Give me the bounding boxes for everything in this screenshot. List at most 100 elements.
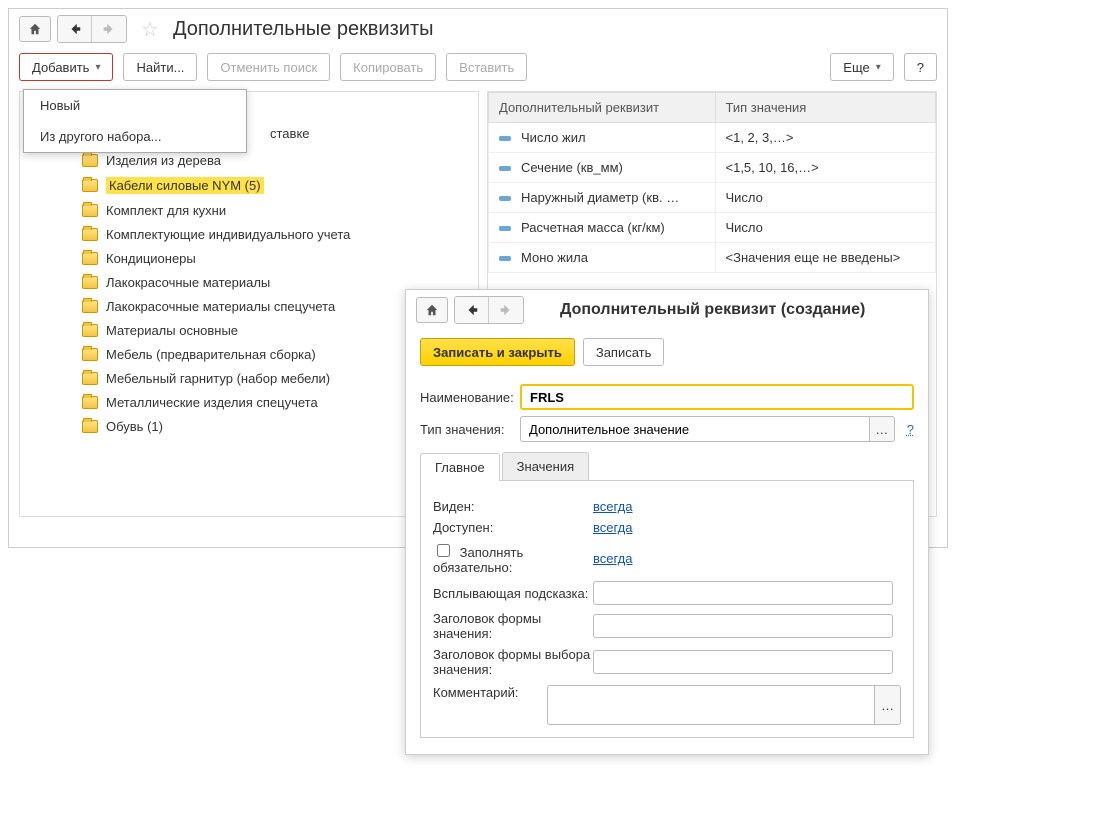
add-button[interactable]: Добавить ▾ — [19, 53, 113, 81]
folder-icon — [82, 179, 98, 192]
table-row[interactable]: Сечение (кв_мм) <1,5, 10, 16,…> — [489, 153, 936, 183]
save-close-button[interactable]: Записать и закрыть — [420, 338, 575, 366]
row-marker-icon — [499, 256, 511, 261]
tab-values[interactable]: Значения — [502, 452, 589, 480]
type-select-button[interactable]: … — [869, 416, 895, 442]
more-button-label: Еще — [843, 60, 869, 75]
add-button-label: Добавить — [32, 60, 89, 75]
mandatory-value[interactable]: всегда — [593, 551, 632, 566]
save-button[interactable]: Записать — [583, 338, 665, 366]
dialog-actions: Записать и закрыть Записать — [406, 328, 928, 378]
tree-item-label: Комплект для кухни — [106, 203, 226, 218]
visible-value[interactable]: всегда — [593, 499, 632, 514]
dialog-header: Дополнительный реквизит (создание) — [406, 290, 928, 328]
row-marker-icon — [499, 166, 511, 171]
more-button[interactable]: Еще ▾ — [830, 53, 893, 81]
folder-icon — [82, 324, 98, 337]
cell-name: Число жил — [521, 130, 586, 145]
attributes-table: Дополнительный реквизит Тип значения Чис… — [488, 92, 936, 273]
value-form-title-input[interactable] — [593, 614, 893, 638]
dialog-tabs: Главное Значения — [420, 452, 914, 481]
type-label: Тип значения: — [420, 422, 514, 437]
table-row[interactable]: Моно жила <Значения еще не введены> — [489, 243, 936, 273]
row-marker-icon — [499, 196, 511, 201]
arrow-right-icon — [102, 22, 116, 36]
tree-item[interactable]: Кондиционеры — [78, 247, 470, 270]
main-header: ☆ Дополнительные реквизиты — [9, 9, 947, 47]
cancel-search-button[interactable]: Отменить поиск — [207, 53, 330, 81]
chevron-down-icon: ▾ — [95, 62, 100, 73]
cell-type: <1,5, 10, 16,…> — [715, 153, 936, 183]
folder-icon — [82, 204, 98, 217]
tree-item-label: Комплектующие индивидуального учета — [106, 227, 350, 242]
name-input[interactable] — [520, 384, 914, 410]
add-menu-from-set[interactable]: Из другого набора... — [24, 121, 246, 152]
help-button[interactable]: ? — [904, 53, 937, 81]
tooltip-label: Всплывающая подсказка: — [433, 586, 593, 601]
find-button[interactable]: Найти... — [123, 53, 197, 81]
add-menu-new[interactable]: Новый — [24, 90, 246, 121]
tree-item-label: Кондиционеры — [106, 251, 196, 266]
tree-item-label: Металлические изделия спецучета — [106, 395, 318, 410]
back-button[interactable] — [58, 16, 92, 42]
folder-icon — [82, 372, 98, 385]
col-type[interactable]: Тип значения — [715, 93, 936, 123]
page-title: Дополнительные реквизиты — [173, 18, 434, 41]
tree-item-label: Лакокрасочные материалы — [106, 275, 270, 290]
table-body: Число жил <1, 2, 3,…> Сечение (кв_мм) <1,5,… — [489, 123, 936, 273]
tree-item-label: Лакокрасочные материалы спецучета — [106, 299, 335, 314]
comment-input[interactable] — [547, 685, 875, 725]
table-row[interactable]: Наружный диаметр (кв. … Число — [489, 183, 936, 213]
available-value[interactable]: всегда — [593, 520, 632, 535]
col-name[interactable]: Дополнительный реквизит — [489, 93, 716, 123]
folder-icon — [82, 300, 98, 313]
paste-button[interactable]: Вставить — [446, 53, 527, 81]
dialog-forward-button[interactable] — [489, 297, 523, 323]
chevron-down-icon: ▾ — [876, 62, 881, 73]
copy-button[interactable]: Копировать — [340, 53, 436, 81]
tree-item[interactable]: Кабели силовые NYM (5) — [78, 173, 470, 198]
cell-name: Моно жила — [521, 250, 588, 265]
comment-expand-button[interactable]: … — [875, 685, 901, 725]
dialog-home-button[interactable] — [416, 297, 448, 323]
visible-label: Виден: — [433, 499, 593, 514]
table-row[interactable]: Расчетная масса (кг/км)Число — [489, 213, 936, 243]
dialog-window: Дополнительный реквизит (создание) Запис… — [405, 289, 929, 755]
folder-icon — [82, 154, 98, 167]
row-marker-icon — [499, 136, 511, 141]
home-icon — [425, 303, 439, 317]
cell-name: Наружный диаметр (кв. … — [521, 190, 679, 205]
cell-type: Число — [715, 213, 936, 243]
tree-item-label: Кабели силовые NYM (5) — [106, 177, 264, 194]
cell-type: <Значения еще не введены> — [715, 243, 936, 273]
folder-icon — [82, 228, 98, 241]
home-button[interactable] — [19, 16, 51, 42]
tooltip-input[interactable] — [593, 581, 893, 605]
cell-type: Число — [715, 183, 936, 213]
mandatory-checkbox[interactable] — [437, 544, 450, 557]
dialog-title: Дополнительный реквизит (создание) — [560, 301, 865, 319]
mandatory-label: Заполнять обязательно: — [433, 541, 593, 575]
tree-item[interactable]: Комплектующие индивидуального учета — [78, 223, 470, 246]
value-form-title-label: Заголовок формы значения: — [433, 611, 593, 641]
value-choice-form-title-input[interactable] — [593, 650, 893, 674]
tree-item-label: Мебель (предварительная сборка) — [106, 347, 316, 362]
favorite-icon[interactable]: ☆ — [141, 17, 159, 42]
folder-icon — [82, 420, 98, 433]
cell-type: <1, 2, 3,…> — [715, 123, 936, 153]
forward-button[interactable] — [92, 16, 126, 42]
tab-main[interactable]: Главное — [420, 453, 500, 481]
folder-icon — [82, 348, 98, 361]
tree-item-label: Изделия из дерева — [106, 153, 221, 168]
value-choice-form-title-label: Заголовок формы выбора значения: — [433, 647, 593, 677]
arrow-left-icon — [68, 22, 82, 36]
folder-icon — [82, 252, 98, 265]
dialog-nav-group — [454, 296, 524, 324]
type-input[interactable] — [520, 416, 869, 442]
table-row[interactable]: Число жил <1, 2, 3,…> — [489, 123, 936, 153]
type-help-link[interactable]: ? — [907, 422, 914, 437]
tree-item[interactable]: Комплект для кухни — [78, 199, 470, 222]
name-label: Наименование: — [420, 390, 514, 405]
dialog-back-button[interactable] — [455, 297, 489, 323]
cell-name: Сечение (кв_мм) — [521, 160, 623, 175]
